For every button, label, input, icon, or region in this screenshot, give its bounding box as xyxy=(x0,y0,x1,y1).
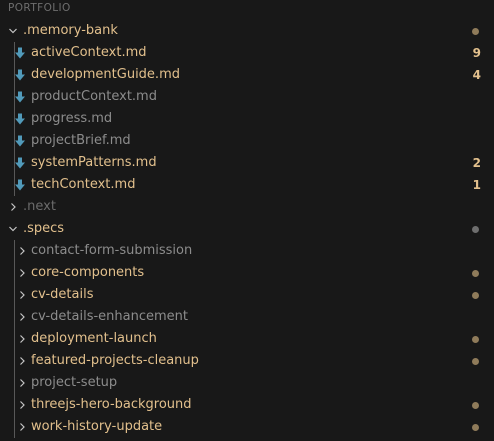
problem-count-badge: 1 xyxy=(472,178,481,192)
markdown-icon xyxy=(12,108,28,130)
problem-count-badge: 4 xyxy=(472,68,481,82)
modified-dot-icon xyxy=(472,358,479,365)
tree-item-label: cv-details xyxy=(31,287,94,302)
tree-item-label: core-components xyxy=(31,265,145,280)
markdown-icon xyxy=(12,152,28,174)
chevron-right-icon[interactable] xyxy=(14,394,30,416)
tree-item-label: techContext.md xyxy=(31,177,136,192)
tree-item-label: .next xyxy=(23,199,56,214)
tree-item-label: threejs-hero-background xyxy=(31,397,192,412)
tree-item-label: systemPatterns.md xyxy=(31,155,157,170)
folder-project-setup[interactable]: project-setup xyxy=(0,372,494,394)
modified-dot-icon xyxy=(472,402,479,409)
folder-contact-form-submission[interactable]: contact-form-submission xyxy=(0,240,494,262)
chevron-right-icon[interactable] xyxy=(14,350,30,372)
tree-item-label: progress.md xyxy=(31,111,113,126)
tree-item-label: projectBrief.md xyxy=(31,133,131,148)
problem-count-badge: 2 xyxy=(472,156,481,170)
folder-work-history-update[interactable]: work-history-update xyxy=(0,416,494,438)
tree-item-label: featured-projects-cleanup xyxy=(31,353,199,368)
file-activecontext-md[interactable]: activeContext.md 9 xyxy=(0,42,494,64)
folder-memory-bank[interactable]: .memory-bank xyxy=(0,20,494,42)
folder-threejs-hero-background[interactable]: threejs-hero-background xyxy=(0,394,494,416)
tree-item-label: work-history-update xyxy=(31,419,163,434)
folder-cv-details-enhancement[interactable]: cv-details-enhancement xyxy=(0,306,494,328)
file-systempatterns-md[interactable]: systemPatterns.md 2 xyxy=(0,152,494,174)
folder-cv-details[interactable]: cv-details xyxy=(0,284,494,306)
chevron-down-icon[interactable] xyxy=(5,20,21,42)
tree-item-label: project-setup xyxy=(31,375,118,390)
problem-count-badge: 9 xyxy=(472,46,481,60)
chevron-right-icon[interactable] xyxy=(14,262,30,284)
section-title[interactable]: PORTFOLIO xyxy=(8,0,71,16)
markdown-icon xyxy=(12,174,28,196)
tree-item-label: .specs xyxy=(23,221,65,236)
tree-item-label: activeContext.md xyxy=(31,45,147,60)
file-explorer: PORTFOLIO .memory-bank activeContext.md 9 d… xyxy=(0,0,494,441)
tree-item-label: developmentGuide.md xyxy=(31,67,180,82)
modified-dot-icon xyxy=(472,270,479,277)
tree-item-label: .memory-bank xyxy=(23,23,118,38)
modified-dot-icon xyxy=(472,336,479,343)
file-developmentguide-md[interactable]: developmentGuide.md 4 xyxy=(0,64,494,86)
file-techcontext-md[interactable]: techContext.md 1 xyxy=(0,174,494,196)
markdown-icon xyxy=(12,86,28,108)
folder-deployment-launch[interactable]: deployment-launch xyxy=(0,328,494,350)
chevron-right-icon[interactable] xyxy=(14,372,30,394)
chevron-right-icon[interactable] xyxy=(14,328,30,350)
markdown-icon xyxy=(12,130,28,152)
chevron-right-icon[interactable] xyxy=(14,416,30,438)
markdown-icon xyxy=(12,42,28,64)
modified-dot-icon xyxy=(472,28,479,35)
tree-item-label: contact-form-submission xyxy=(31,243,193,258)
tree-item-label: cv-details-enhancement xyxy=(31,309,189,324)
folder-specs[interactable]: .specs xyxy=(0,218,494,240)
file-progress-md[interactable]: progress.md xyxy=(0,108,494,130)
modified-dot-icon xyxy=(472,424,479,431)
file-productcontext-md[interactable]: productContext.md xyxy=(0,86,494,108)
chevron-down-icon[interactable] xyxy=(5,218,21,240)
folder-core-components[interactable]: core-components xyxy=(0,262,494,284)
file-projectbrief-md[interactable]: projectBrief.md xyxy=(0,130,494,152)
chevron-right-icon[interactable] xyxy=(14,306,30,328)
chevron-right-icon[interactable] xyxy=(5,196,21,218)
folder-featured-projects-cleanup[interactable]: featured-projects-cleanup xyxy=(0,350,494,372)
markdown-icon xyxy=(12,64,28,86)
tree-item-label: deployment-launch xyxy=(31,331,157,346)
modified-dot-icon xyxy=(472,226,479,233)
chevron-right-icon[interactable] xyxy=(14,284,30,306)
folder-next[interactable]: .next xyxy=(0,196,494,218)
chevron-right-icon[interactable] xyxy=(14,240,30,262)
modified-dot-icon xyxy=(472,292,479,299)
tree-item-label: productContext.md xyxy=(31,89,157,104)
